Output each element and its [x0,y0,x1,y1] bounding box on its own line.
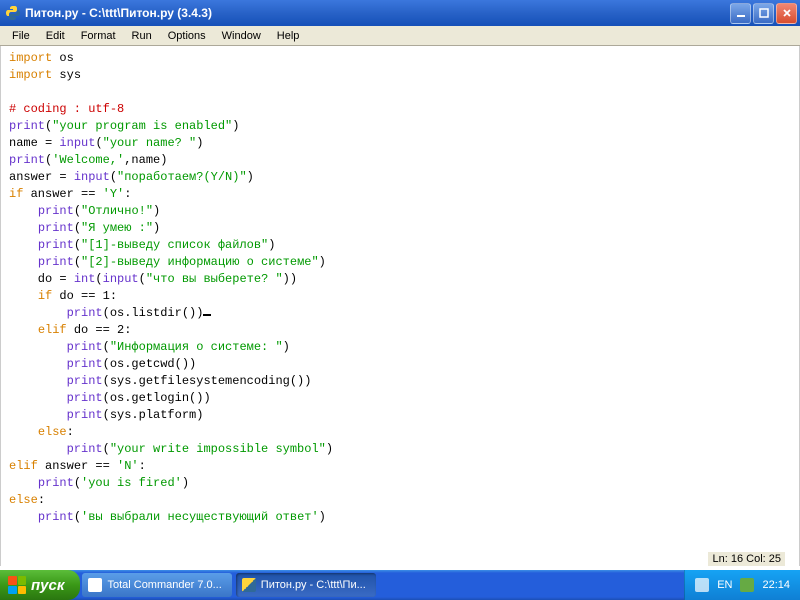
window-title-bar: Питон.ру - C:\ttt\Питон.ру (3.4.3) [0,0,800,26]
start-button[interactable]: пуск [0,570,80,600]
window-title: Питон.ру - C:\ttt\Питон.ру (3.4.3) [25,6,730,20]
menu-edit[interactable]: Edit [38,28,73,44]
taskbar-item-python-idle[interactable]: Питон.ру - C:\ttt\Пи... [236,573,376,597]
minimize-button[interactable] [730,3,751,24]
python-icon [242,578,256,592]
close-button[interactable] [776,3,797,24]
menu-bar: File Edit Format Run Options Window Help [0,26,800,46]
taskbar-item-total-commander[interactable]: Total Commander 7.0... [82,573,231,597]
menu-window[interactable]: Window [214,28,269,44]
text-cursor [203,314,211,316]
menu-file[interactable]: File [4,28,38,44]
window-controls [730,3,797,24]
status-line-col: Ln: 16 Col: 25 [708,552,785,566]
tray-icon[interactable] [740,578,754,592]
menu-run[interactable]: Run [124,28,160,44]
total-commander-icon [88,578,102,592]
windows-logo-icon [8,576,26,594]
language-indicator[interactable]: EN [717,579,732,591]
menu-format[interactable]: Format [73,28,124,44]
taskbar: пуск Total Commander 7.0... Питон.ру - C… [0,570,800,600]
menu-options[interactable]: Options [160,28,214,44]
tray-icon[interactable] [695,578,709,592]
clock[interactable]: 22:14 [762,579,790,591]
code-editor[interactable]: import os import sys # coding : utf-8 pr… [0,46,800,566]
python-app-icon [5,5,21,21]
menu-help[interactable]: Help [269,28,308,44]
maximize-button[interactable] [753,3,774,24]
system-tray: EN 22:14 [684,570,800,600]
